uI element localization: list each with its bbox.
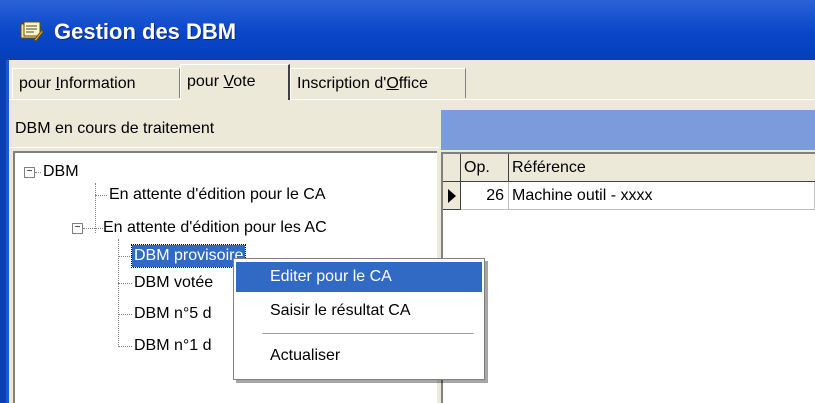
- window-title: Gestion des DBM: [54, 19, 237, 44]
- column-header-reference[interactable]: Référence: [509, 154, 815, 182]
- data-grid[interactable]: Op. Référence 26 Machine outil - xxxx: [441, 152, 815, 403]
- tree-line: [35, 172, 41, 173]
- context-menu: Editer pour le CA Saisir le résultat CA …: [233, 258, 485, 380]
- tree-item-dbm-votee[interactable]: DBM votée: [134, 272, 213, 294]
- app-icon: [20, 20, 44, 42]
- tab-label-post: nformation: [59, 75, 136, 92]
- collapse-icon[interactable]: −: [72, 223, 83, 234]
- tree-item-dbm-provisoire[interactable]: DBM provisoire: [130, 244, 247, 268]
- tree-item-dbm-n1[interactable]: DBM n°1 d: [134, 335, 212, 357]
- menu-item-editer-ca[interactable]: Editer pour le CA: [236, 262, 482, 292]
- cell-reference[interactable]: Machine outil - xxxx: [509, 182, 815, 210]
- tab-label-pre: Inscription d': [297, 75, 387, 92]
- panel-header: DBM en cours de traitement: [9, 110, 439, 148]
- tree-line: [118, 346, 132, 347]
- current-row-icon[interactable]: [443, 182, 461, 210]
- tab-mnemonic: O: [386, 75, 399, 92]
- tree-root-dbm[interactable]: DBM: [43, 161, 79, 183]
- tab-baseline: [9, 99, 815, 100]
- tab-inscription-office[interactable]: Inscription d'Office: [290, 68, 466, 98]
- tree-item-attente-ac[interactable]: En attente d'édition pour les AC: [103, 217, 327, 239]
- cell-op[interactable]: 26: [461, 182, 509, 210]
- tab-pour-information[interactable]: pour Information: [12, 68, 180, 98]
- tab-pour-vote[interactable]: pour Vote: [180, 64, 290, 100]
- tab-label-pre: pour: [187, 73, 224, 90]
- menu-item-saisir-resultat[interactable]: Saisir le résultat CA: [236, 296, 482, 326]
- grid-corner: [443, 154, 461, 182]
- column-header-op[interactable]: Op.: [461, 154, 509, 182]
- tree-line: [95, 195, 107, 196]
- tree-line: [83, 228, 103, 229]
- menu-item-actualiser[interactable]: Actualiser: [236, 341, 482, 371]
- app-window: Gestion des DBM pour Information pour Vo…: [0, 0, 815, 403]
- menu-separator: [262, 333, 474, 334]
- tree-item-attente-ca[interactable]: En attente d'édition pour le CA: [109, 184, 326, 206]
- tree-line: [118, 256, 132, 257]
- tree-line: [95, 183, 96, 233]
- tab-label-post: ote: [233, 73, 256, 90]
- collapse-icon[interactable]: −: [24, 167, 35, 178]
- tree-item-dbm-n5[interactable]: DBM n°5 d: [134, 303, 212, 325]
- grid-header-bar: [441, 110, 815, 150]
- tab-label-pre: pour: [19, 75, 56, 92]
- tab-mnemonic: V: [223, 73, 234, 90]
- tree-line: [118, 283, 132, 284]
- tree-line: [118, 314, 132, 315]
- tab-label-post: ffice: [398, 75, 428, 92]
- title-bar[interactable]: Gestion des DBM: [0, 0, 815, 60]
